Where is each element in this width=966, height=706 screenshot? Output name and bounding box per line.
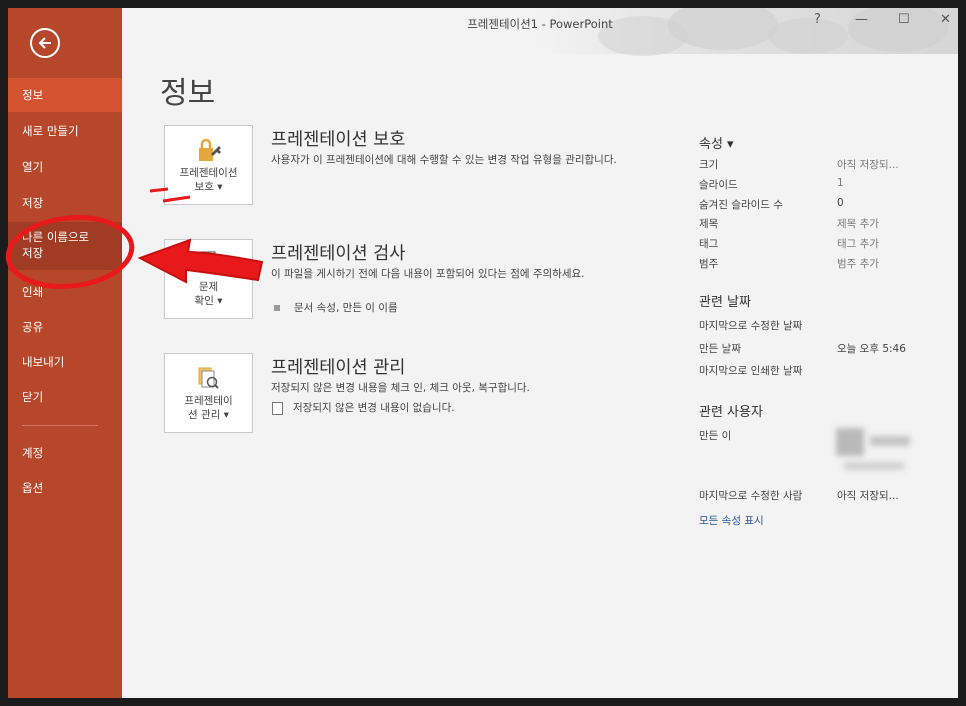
sidebar-divider	[22, 425, 98, 426]
nav-print-label: 인쇄	[22, 285, 44, 299]
inspect-bullet-text: 문서 속성, 만든 이 이름	[294, 302, 398, 314]
prop-size-value: 아직 저장되...	[837, 159, 899, 171]
nav-info-label: 정보	[22, 88, 44, 102]
inspect-description: 이 파일을 게시하기 전에 다음 내용이 포함되어 있다는 점에 주의하세요.	[271, 268, 585, 280]
last-modified-label: 마지막으로 수정한 날짜	[699, 320, 803, 332]
nav-share[interactable]: 공유	[8, 310, 122, 344]
related-people-header: 관련 사용자	[699, 405, 763, 420]
lock-key-icon	[199, 138, 221, 161]
manage-bullet-text: 저장되지 않은 변경 내용이 없습니다.	[293, 402, 455, 414]
show-all-properties-link[interactable]: 모든 속성 표시	[699, 513, 764, 528]
related-dates-header: 관련 날짜	[699, 295, 751, 310]
back-arrow-icon	[38, 37, 51, 49]
created-label: 만든 날짜	[699, 343, 741, 355]
nav-print[interactable]: 인쇄	[8, 274, 122, 308]
title-bar: 프레젠테이션1 - PowerPoint ? — ☐ ✕	[122, 8, 958, 56]
nav-new[interactable]: 새로 만들기	[8, 114, 122, 148]
protect-button-label: 프레젠테이션 보호 ▾	[179, 167, 238, 193]
nav-save[interactable]: 저장	[8, 186, 122, 220]
last-modified-by-value: 아직 저장되...	[837, 490, 899, 502]
manage-versions-icon	[198, 367, 219, 389]
nav-info[interactable]: 정보	[8, 78, 122, 112]
manage-description: 저장되지 않은 변경 내용을 체크 인, 체크 아웃, 복구합니다.	[271, 382, 530, 394]
prop-hidden-slides-label: 숨겨진 슬라이드 수	[699, 199, 783, 211]
document-icon	[272, 401, 283, 415]
last-modified-by-label: 마지막으로 수정한 사람	[699, 490, 803, 502]
nav-options-label: 옵션	[22, 481, 44, 495]
page-title: 정보	[160, 76, 216, 111]
inspect-document-icon	[200, 251, 218, 272]
author-avatar[interactable]	[836, 428, 924, 472]
bullet-icon	[274, 305, 280, 311]
nav-share-label: 공유	[22, 320, 44, 334]
protect-title: 프레젠테이션 보호	[271, 130, 406, 150]
nav-save-as[interactable]: 다른 이름으로 저장	[8, 222, 122, 270]
created-value: 오늘 오후 5:46	[837, 343, 906, 355]
prop-size-label: 크기	[699, 159, 719, 171]
manage-bullet-row: 저장되지 않은 변경 내용이 없습니다.	[272, 400, 455, 415]
nav-close-label: 닫기	[22, 390, 44, 404]
nav-close[interactable]: 닫기	[8, 382, 122, 416]
prop-title-input[interactable]: 제목 추가	[837, 216, 879, 231]
prop-hidden-slides-value: 0	[837, 197, 844, 209]
last-printed-label: 마지막으로 인쇄한 날짜	[699, 365, 803, 377]
prop-tags-input[interactable]: 태그 추가	[837, 236, 879, 251]
nav-open-label: 열기	[22, 160, 44, 174]
nav-account[interactable]: 계정	[8, 438, 122, 472]
nav-save-as-label: 다른 이름으로 저장	[22, 230, 90, 260]
window-title: 프레젠테이션1 - PowerPoint	[467, 17, 613, 31]
help-button[interactable]: ?	[814, 12, 821, 27]
prop-category-label: 범주	[699, 258, 719, 270]
powerpoint-window: 정보 새로 만들기 열기 저장 다른 이름으로 저장 인쇄 공유 내보내기 닫기…	[8, 8, 958, 698]
nav-new-label: 새로 만들기	[22, 124, 79, 138]
prop-title-label: 제목	[699, 218, 719, 230]
maximize-button[interactable]: ☐	[898, 12, 910, 27]
inspect-bullet-row: 문서 속성, 만든 이 이름	[274, 300, 398, 315]
author-label: 만든 이	[699, 430, 732, 442]
prop-tags-label: 태그	[699, 238, 719, 250]
nav-open[interactable]: 열기	[8, 150, 122, 184]
inspect-title: 프레젠테이션 검사	[271, 244, 406, 264]
nav-save-label: 저장	[22, 196, 44, 210]
prop-category-input[interactable]: 범주 추가	[837, 256, 879, 271]
nav-export-label: 내보내기	[22, 355, 65, 369]
properties-dropdown[interactable]: 속성 ▾	[699, 133, 734, 152]
check-for-issues-button[interactable]: 문제 확인 ▾	[164, 239, 253, 319]
nav-options[interactable]: 옵션	[8, 474, 122, 508]
close-button[interactable]: ✕	[940, 12, 951, 27]
protect-description: 사용자가 이 프레젠테이션에 대해 수행할 수 있는 변경 작업 유형을 관리합…	[271, 154, 617, 166]
back-button[interactable]	[30, 28, 60, 58]
check-button-label: 문제 확인 ▾	[194, 281, 223, 307]
manage-button-label: 프레젠테이 션 관리 ▾	[184, 395, 233, 421]
backstage-sidebar: 정보 새로 만들기 열기 저장 다른 이름으로 저장 인쇄 공유 내보내기 닫기…	[8, 8, 122, 698]
manage-presentation-button[interactable]: 프레젠테이 션 관리 ▾	[164, 353, 253, 433]
nav-account-label: 계정	[22, 446, 44, 460]
protect-presentation-button[interactable]: 프레젠테이션 보호 ▾	[164, 125, 253, 205]
manage-title: 프레젠테이션 관리	[271, 358, 406, 378]
prop-slides-value: 1	[837, 177, 844, 189]
minimize-button[interactable]: —	[855, 12, 868, 27]
nav-export[interactable]: 내보내기	[8, 346, 122, 380]
prop-slides-label: 슬라이드	[699, 179, 738, 191]
